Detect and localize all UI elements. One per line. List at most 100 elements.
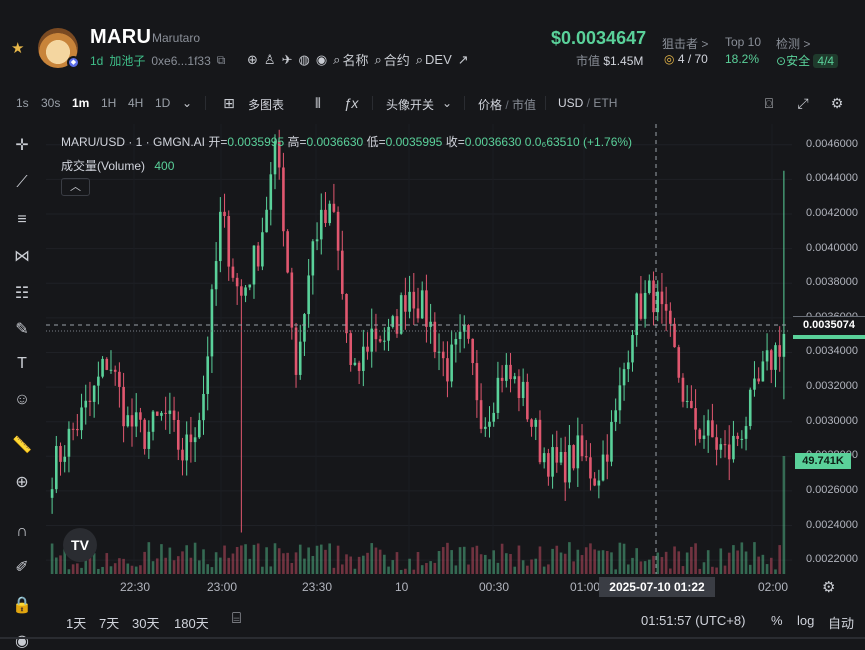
search-dev-link[interactable]: ⌕ DEV bbox=[416, 52, 452, 68]
pool-label: 加池子 bbox=[109, 54, 146, 68]
volume-bar bbox=[597, 550, 601, 574]
add-chart-icon[interactable]: ⊞ bbox=[218, 92, 240, 114]
interval-1m[interactable]: 1m bbox=[72, 96, 89, 110]
volume-bar bbox=[240, 545, 243, 574]
favorite-star-icon[interactable]: ★ bbox=[11, 39, 24, 57]
shield-check-icon: ⊙ bbox=[776, 54, 787, 68]
website-icon[interactable]: ⊕ bbox=[247, 52, 258, 68]
snipers-label[interactable]: 狙击者 > bbox=[662, 35, 708, 52]
ruler-icon[interactable]: 📏 bbox=[10, 434, 34, 458]
range-7d[interactable]: 7天 bbox=[99, 613, 119, 632]
check-label[interactable]: 检测 > bbox=[776, 35, 810, 52]
axis-settings-gear-icon[interactable]: ⚙ bbox=[822, 578, 835, 596]
candle-body bbox=[374, 328, 378, 340]
volume-bar bbox=[130, 565, 134, 574]
candle-body bbox=[475, 363, 479, 401]
dex-icon[interactable]: ◍ bbox=[298, 52, 309, 68]
brush-icon[interactable]: ✎ bbox=[10, 318, 34, 342]
volume-bar bbox=[765, 564, 769, 574]
volume-bar bbox=[319, 544, 323, 574]
multi-chart-button[interactable]: 多图表 bbox=[248, 96, 284, 113]
search-name-link[interactable]: ⌕ 名称 bbox=[333, 50, 368, 69]
candle-body bbox=[589, 457, 592, 479]
volume-bar bbox=[635, 548, 639, 574]
range-180d[interactable]: 180天 bbox=[174, 613, 209, 632]
volume-bar bbox=[505, 553, 508, 574]
fib-icon[interactable]: ☷ bbox=[10, 282, 34, 306]
text-icon[interactable]: T bbox=[10, 352, 34, 376]
volume-bar bbox=[189, 557, 193, 574]
external-link-icon[interactable]: ↗ bbox=[458, 52, 469, 68]
collapse-legend-chevron-up-icon[interactable]: ︿ bbox=[61, 178, 90, 196]
auto-scale-toggle[interactable]: 自动 bbox=[828, 613, 854, 632]
volume-bar bbox=[727, 552, 731, 574]
emoji-icon[interactable]: ☺ bbox=[10, 388, 34, 412]
eye-icon[interactable]: ◉ bbox=[10, 630, 34, 650]
candle-body bbox=[631, 335, 634, 363]
tradingview-logo[interactable]: TV bbox=[63, 528, 97, 562]
interval-1s[interactable]: 1s bbox=[16, 96, 29, 110]
candle-body bbox=[290, 272, 294, 328]
range-30d[interactable]: 30天 bbox=[132, 613, 159, 632]
interval-1h[interactable]: 1H bbox=[101, 96, 116, 110]
volume-bar bbox=[782, 456, 786, 574]
percent-scale-toggle[interactable]: % bbox=[771, 613, 783, 628]
indicators-fx-icon[interactable]: ƒx bbox=[340, 92, 362, 114]
interval-dropdown-chevron-icon[interactable]: ⌄ bbox=[182, 96, 192, 110]
copy-icon[interactable]: ⧉ bbox=[217, 53, 226, 68]
utc-clock[interactable]: 01:51:57 (UTC+8) bbox=[641, 613, 745, 628]
volume-bar bbox=[328, 543, 331, 574]
price-mode-button[interactable]: 价格 / 市值 bbox=[478, 96, 536, 113]
candle-body bbox=[685, 400, 689, 402]
candle-body bbox=[761, 361, 765, 382]
volume-bar bbox=[509, 554, 512, 574]
camera-icon[interactable]: ⌼ bbox=[758, 92, 780, 114]
magnet-icon[interactable]: ∩ bbox=[10, 520, 34, 544]
candle-body bbox=[59, 445, 62, 462]
trendline-icon[interactable]: ⟋ bbox=[10, 171, 34, 195]
horizontal-lines-icon[interactable]: ≡ bbox=[10, 208, 34, 232]
search-contract-link[interactable]: ⌕ 合约 bbox=[374, 50, 409, 69]
volume-bar bbox=[244, 544, 247, 574]
avatar-toggle-button[interactable]: 头像开关 bbox=[386, 96, 434, 113]
volume-bar bbox=[383, 554, 386, 574]
fullscreen-icon[interactable]: ⤢ bbox=[792, 92, 814, 114]
volume-bar bbox=[677, 551, 681, 574]
volume-bar bbox=[757, 556, 760, 574]
toolbar-divider bbox=[205, 96, 206, 110]
candle-body bbox=[441, 351, 445, 359]
candle-body bbox=[235, 277, 239, 287]
candle-body bbox=[88, 400, 92, 402]
pump-icon[interactable]: ◉ bbox=[316, 52, 327, 68]
interval-4h[interactable]: 4H bbox=[128, 96, 143, 110]
log-scale-toggle[interactable]: log bbox=[797, 613, 814, 628]
candle-body bbox=[429, 321, 432, 327]
interval-1d[interactable]: 1D bbox=[155, 96, 170, 110]
candle-body bbox=[261, 232, 264, 267]
candlestick-chart[interactable] bbox=[46, 124, 865, 576]
candle-body bbox=[648, 280, 651, 293]
zoom-in-icon[interactable]: ⊕ bbox=[10, 471, 34, 495]
draw-lock-icon[interactable]: ✐ bbox=[10, 556, 34, 580]
candle-body bbox=[757, 378, 760, 382]
settings-icon[interactable]: ⚙ bbox=[826, 92, 848, 114]
volume-bar bbox=[513, 566, 517, 574]
holder-icon[interactable]: ♙ bbox=[264, 52, 276, 68]
candle-body bbox=[147, 431, 151, 449]
volume-bar bbox=[50, 543, 54, 574]
avatar-toggle-chevron-icon[interactable]: ⌄ bbox=[442, 96, 452, 110]
volume-bar bbox=[231, 553, 235, 574]
currency-toggle[interactable]: USD / ETH bbox=[558, 96, 617, 110]
pattern-icon[interactable]: ⋈ bbox=[10, 245, 34, 269]
candle-style-icon[interactable]: ⫴ bbox=[307, 92, 329, 114]
lock-icon[interactable]: 🔒 bbox=[10, 594, 34, 618]
goto-date-calendar-icon[interactable]: ⌸ bbox=[232, 610, 241, 627]
interval-30s[interactable]: 30s bbox=[41, 96, 60, 110]
telegram-icon[interactable]: ✈ bbox=[282, 52, 293, 68]
candle-body bbox=[256, 245, 260, 267]
candle-body bbox=[269, 174, 273, 210]
range-1d[interactable]: 1天 bbox=[66, 613, 86, 632]
volume-bar bbox=[340, 564, 344, 574]
crosshair-icon[interactable]: ✛ bbox=[10, 134, 34, 158]
candle-body bbox=[723, 444, 727, 446]
